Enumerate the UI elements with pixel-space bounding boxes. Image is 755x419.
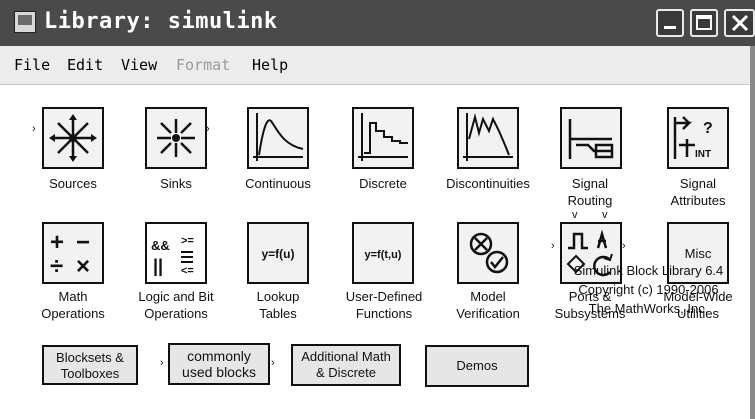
continuous-block[interactable]	[247, 107, 309, 169]
ports-input-port-icon: v	[572, 209, 578, 221]
minimize-icon	[664, 26, 676, 29]
svg-text:−: −	[76, 229, 90, 256]
sources-output-port-icon: ›	[32, 123, 36, 135]
minimize-button[interactable]	[656, 9, 684, 37]
menu-edit[interactable]: Edit	[67, 56, 103, 74]
block-label: Sinks	[160, 176, 192, 191]
function-icon: y=f(t,u)	[365, 249, 402, 261]
math-operations-block[interactable]: + − ÷ ×	[42, 222, 104, 284]
svg-text:&&: &&	[151, 238, 170, 253]
block-label: Logic and Bit Operations	[138, 289, 214, 321]
discrete-block[interactable]	[352, 107, 414, 169]
sinks-icon	[157, 119, 195, 157]
svg-text:>=: >=	[181, 235, 194, 247]
maximize-button[interactable]	[690, 9, 718, 37]
signal-routing-block[interactable]	[560, 107, 622, 169]
block-label: Math Operations	[41, 289, 105, 321]
svg-text:y=f(t,u): y=f(t,u)	[365, 249, 402, 261]
block-label: Discontinuities	[446, 176, 530, 191]
sinks-block[interactable]	[145, 107, 207, 169]
svg-text:INT: INT	[695, 149, 711, 160]
svg-text:||: ||	[153, 256, 163, 276]
svg-text:y=f(u): y=f(u)	[262, 247, 295, 261]
discrete-icon	[358, 113, 408, 161]
sources-icon	[49, 114, 97, 162]
title-bar[interactable]: Library: simulink	[0, 0, 755, 46]
commonly-used-blocks-button[interactable]: commonly used blocks	[168, 343, 270, 385]
signal-attributes-block[interactable]: ? INT	[667, 107, 729, 169]
menu-view[interactable]: View	[121, 56, 157, 74]
simulink-window-icon	[14, 11, 36, 33]
menu-help[interactable]: Help	[252, 56, 288, 74]
svg-text:+: +	[50, 229, 64, 256]
model-verification-block[interactable]	[457, 222, 519, 284]
copyright-text: Copyright (c) 1990-2006	[578, 282, 719, 297]
signal-attributes-icon: ? INT	[673, 116, 713, 160]
additional-math-discrete-button[interactable]: Additional Math & Discrete	[291, 344, 401, 386]
simulink-library-window: Library: simulink File Edit View Format …	[0, 0, 755, 419]
commonly-used-output-port-icon: ›	[271, 357, 275, 369]
menu-format[interactable]: Format	[176, 56, 230, 74]
sinks-input-port-icon: ›	[206, 123, 210, 135]
svg-text:Misc: Misc	[685, 246, 712, 261]
ports-output-port-icon: ›	[622, 240, 626, 252]
discontinuities-block[interactable]	[457, 107, 519, 169]
window-border	[750, 46, 755, 419]
svg-text:×: ×	[76, 253, 90, 280]
sources-block[interactable]	[42, 107, 104, 169]
block-label: User-Defined Functions	[345, 289, 423, 321]
lookup-table-icon: y=f(u)	[262, 247, 295, 261]
maximize-icon	[696, 15, 712, 30]
math-operations-icon: + − ÷ ×	[50, 229, 90, 280]
block-label: Signal Routing	[567, 176, 613, 208]
user-defined-functions-block[interactable]: y=f(t,u)	[352, 222, 414, 284]
lookup-tables-block[interactable]: y=f(u)	[247, 222, 309, 284]
svg-text:?: ?	[703, 120, 713, 137]
block-label: Discrete	[359, 176, 407, 191]
logic-operations-icon: && || >= <=	[151, 235, 194, 277]
ports-input-port-icon: ›	[551, 240, 555, 252]
block-label: Continuous	[245, 176, 311, 191]
block-label: Model Verification	[456, 289, 520, 321]
commonly-used-input-port-icon: ›	[160, 357, 164, 369]
block-label: Sources	[49, 176, 97, 191]
library-version-text: Simulink Block Library 6.4	[573, 263, 724, 278]
block-label: Signal Attributes	[670, 176, 726, 208]
discontinuities-icon	[463, 113, 513, 161]
close-icon	[731, 14, 748, 32]
signal-routing-icon	[568, 119, 614, 159]
svg-text:÷: ÷	[50, 253, 63, 280]
company-text: The MathWorks, Inc.	[588, 301, 709, 316]
library-info: Simulink Block Library 6.4 Copyright (c)…	[546, 261, 751, 318]
ports-input-port-icon: v	[602, 209, 608, 221]
continuous-icon	[253, 113, 304, 161]
verification-icon	[469, 232, 509, 274]
blocksets-toolboxes-button[interactable]: Blocksets & Toolboxes	[42, 345, 138, 385]
demos-button[interactable]: Demos	[425, 345, 529, 387]
menu-file[interactable]: File	[14, 56, 50, 74]
block-label: Lookup Tables	[256, 289, 300, 321]
svg-text:<=: <=	[181, 265, 194, 277]
window-title: Library: simulink	[44, 9, 278, 34]
close-button[interactable]	[724, 9, 755, 37]
logic-and-bit-block[interactable]: && || >= <=	[145, 222, 207, 284]
menu-bar: File Edit View Format Help	[0, 46, 755, 85]
library-content: › Sources › Sinks Continuous Discrete Di…	[0, 85, 755, 419]
